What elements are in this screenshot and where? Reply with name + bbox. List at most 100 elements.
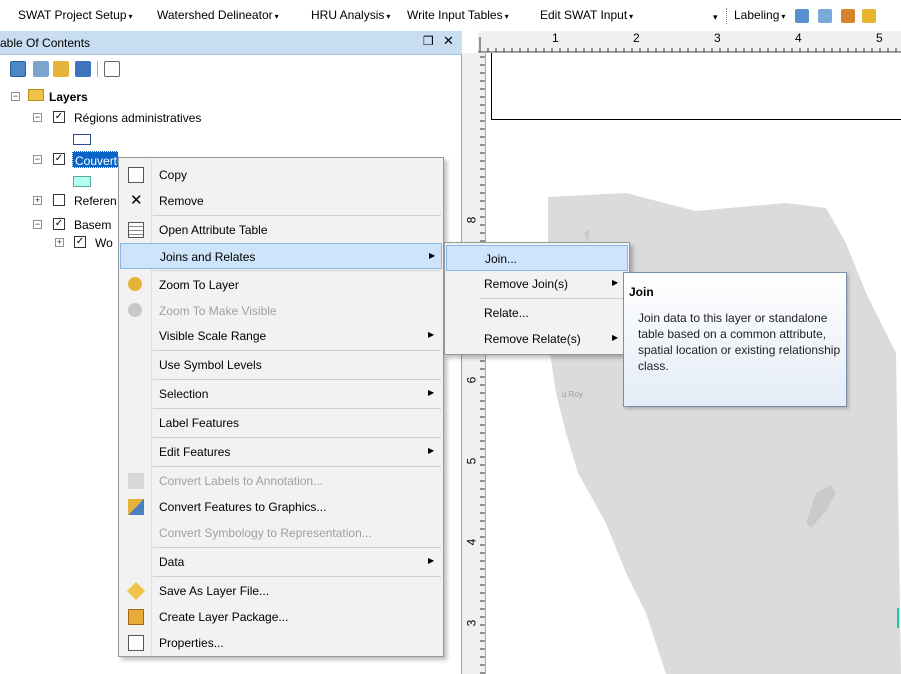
- submenu-item-join[interactable]: Join...: [446, 245, 628, 271]
- menu-item-open-attribute-table[interactable]: Open Attribute Table: [120, 217, 442, 243]
- menu-separator: [153, 576, 441, 577]
- layer-symbol-swatch[interactable]: [73, 176, 91, 187]
- convert-labels-icon: [128, 473, 144, 489]
- tree-root-layers[interactable]: − Layers: [0, 88, 200, 106]
- layer-label[interactable]: Referen: [74, 194, 117, 208]
- menu-item-convert-features-to-graphics[interactable]: Convert Features to Graphics...: [120, 494, 442, 520]
- submenu-arrow-icon: ▶: [429, 251, 436, 260]
- collapse-icon[interactable]: −: [33, 155, 42, 164]
- layer-visibility-checkbox[interactable]: ✓: [53, 153, 65, 165]
- layer-file-icon: [126, 581, 146, 601]
- layers-icon: [28, 89, 44, 101]
- lock-labels-icon[interactable]: [862, 9, 876, 23]
- collapse-icon[interactable]: −: [11, 92, 20, 101]
- menu-item-zoom-to-layer[interactable]: Zoom To Layer: [120, 272, 442, 298]
- join-tooltip: Join Join data to this layer or standalo…: [623, 272, 847, 407]
- label-manager-icon[interactable]: [795, 9, 809, 23]
- horizontal-ruler: 1 2 3 4 5: [478, 31, 901, 53]
- menu-write-input-tables[interactable]: Write Input Tables ▾: [407, 8, 509, 22]
- map-feature-edge: [897, 608, 899, 628]
- expand-icon[interactable]: +: [33, 196, 42, 205]
- ruler-tick-label: 5: [876, 31, 883, 45]
- pin-icon[interactable]: ❒: [423, 34, 434, 48]
- menu-item-create-layer-package[interactable]: Create Layer Package...: [120, 604, 442, 630]
- submenu-arrow-icon: ▶: [428, 330, 435, 339]
- ruler-tick-label: 2: [633, 31, 640, 45]
- map-place-label: u Roy: [562, 390, 583, 399]
- layer-label[interactable]: Wo: [95, 236, 113, 250]
- list-by-source-icon[interactable]: [33, 61, 49, 77]
- submenu-arrow-icon: ▶: [428, 446, 435, 455]
- menu-item-label-features[interactable]: Label Features: [120, 410, 442, 436]
- menu-separator: [153, 408, 441, 409]
- submenu-item-remove-joins[interactable]: Remove Join(s) ▶: [446, 271, 628, 297]
- layer-row-world[interactable]: + ✓ Wo: [0, 234, 118, 252]
- layer-label-selected[interactable]: Couverture pédologique 2021: [72, 151, 118, 168]
- label-priority-icon[interactable]: [818, 9, 832, 23]
- menu-watershed-delineator[interactable]: Watershed Delineator ▾: [157, 8, 279, 22]
- menu-labeling[interactable]: Labeling ▾: [734, 8, 785, 22]
- layer-row-couverture[interactable]: − ✓ Couverture pédologique 2021: [0, 151, 118, 169]
- list-by-visibility-icon[interactable]: [53, 61, 69, 77]
- ruler-tick-label: 3: [464, 619, 479, 627]
- toolbar-options-icon[interactable]: ▾: [713, 12, 718, 23]
- properties-icon: [128, 635, 144, 651]
- ruler-tick-label: 3: [714, 31, 721, 45]
- layer-visibility-checkbox[interactable]: [53, 194, 65, 206]
- table-icon: [128, 222, 144, 238]
- layer-row-reference[interactable]: + Referen: [0, 192, 118, 210]
- menu-item-use-symbol-levels[interactable]: Use Symbol Levels: [120, 352, 442, 378]
- layer-context-menu: Copy ✕ Remove Open Attribute Table Joins…: [118, 157, 444, 657]
- menu-edit-swat-input[interactable]: Edit SWAT Input ▾: [540, 8, 633, 22]
- submenu-arrow-icon: ▶: [428, 556, 435, 565]
- menu-item-convert-symbology-to-representation[interactable]: Convert Symbology to Representation...: [120, 520, 442, 546]
- tooltip-body: Join data to this layer or standalone ta…: [638, 311, 841, 373]
- layer-visibility-checkbox[interactable]: ✓: [53, 111, 65, 123]
- ruler-tick-label: 5: [464, 457, 479, 465]
- menu-item-copy[interactable]: Copy: [120, 162, 442, 188]
- top-toolbar: SWAT Project Setup ▾ Watershed Delineator…: [0, 0, 901, 31]
- close-icon[interactable]: ✕: [443, 33, 454, 49]
- menu-separator: [153, 350, 441, 351]
- layer-visibility-checkbox[interactable]: ✓: [74, 236, 86, 248]
- tooltip-title: Join: [629, 285, 654, 299]
- menu-item-remove[interactable]: ✕ Remove: [120, 188, 442, 214]
- menu-item-data[interactable]: Data ▶: [120, 549, 442, 575]
- layer-row-basemap[interactable]: − ✓ Basem: [0, 216, 118, 234]
- toolbar-separator: [726, 8, 729, 24]
- menu-item-properties[interactable]: Properties...: [120, 630, 442, 656]
- menu-item-convert-labels-to-annotation[interactable]: Convert Labels to Annotation...: [120, 468, 442, 494]
- label-weight-icon[interactable]: [841, 9, 855, 23]
- layer-symbol-swatch[interactable]: [73, 134, 91, 145]
- list-by-drawing-order-icon[interactable]: [10, 61, 26, 77]
- layers-root-label: Layers: [49, 90, 88, 104]
- toolbar-separator: [97, 61, 98, 77]
- menu-item-zoom-to-make-visible[interactable]: Zoom To Make Visible: [120, 298, 442, 324]
- layer-label[interactable]: Basem: [74, 218, 111, 232]
- menu-separator: [153, 547, 441, 548]
- ruler-tick-label: 4: [464, 538, 479, 546]
- layer-visibility-checkbox[interactable]: ✓: [53, 218, 65, 230]
- options-icon[interactable]: [104, 61, 120, 77]
- copy-icon: [128, 167, 144, 183]
- toc-title-bar: able Of Contents ❒ ✕: [0, 31, 462, 55]
- menu-item-edit-features[interactable]: Edit Features ▶: [120, 439, 442, 465]
- menu-swat-project-setup[interactable]: SWAT Project Setup ▾: [18, 8, 133, 22]
- menu-item-save-as-layer-file[interactable]: Save As Layer File...: [120, 578, 442, 604]
- menu-item-selection[interactable]: Selection ▶: [120, 381, 442, 407]
- menu-item-joins-and-relates[interactable]: Joins and Relates ▶: [120, 243, 442, 269]
- list-by-selection-icon[interactable]: [75, 61, 91, 77]
- menu-hru-analysis[interactable]: HRU Analysis ▾: [311, 8, 390, 22]
- collapse-icon[interactable]: −: [33, 220, 42, 229]
- joins-relates-submenu: Join... Remove Join(s) ▶ Relate... Remov…: [444, 242, 630, 355]
- expand-icon[interactable]: +: [55, 238, 64, 247]
- submenu-arrow-icon: ▶: [612, 278, 619, 287]
- layer-label[interactable]: Régions administratives: [74, 111, 201, 125]
- zoom-layer-icon: [128, 277, 142, 291]
- collapse-icon[interactable]: −: [33, 113, 42, 122]
- menu-separator: [153, 466, 441, 467]
- layer-row-regions[interactable]: − ✓ Régions administratives: [0, 109, 300, 127]
- submenu-item-remove-relates[interactable]: Remove Relate(s) ▶: [446, 326, 628, 352]
- submenu-item-relate[interactable]: Relate...: [446, 300, 628, 326]
- menu-item-visible-scale-range[interactable]: Visible Scale Range ▶: [120, 323, 442, 349]
